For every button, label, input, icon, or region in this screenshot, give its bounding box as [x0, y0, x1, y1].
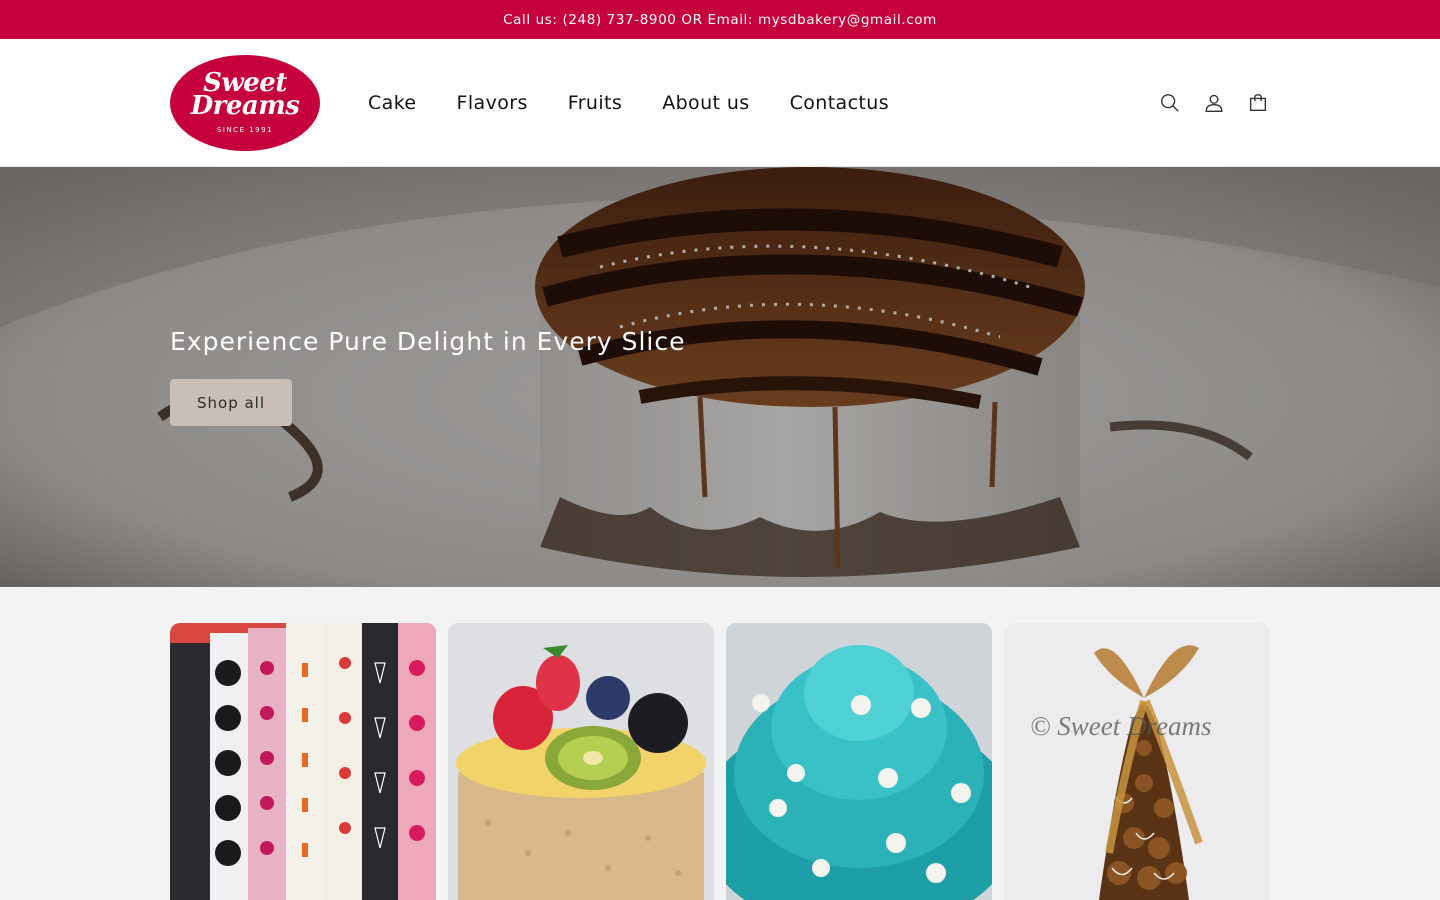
- nav-item-contactus[interactable]: Contactus: [790, 92, 889, 114]
- hero-title: Experience Pure Delight in Every Slice: [170, 327, 686, 356]
- account-icon[interactable]: [1202, 91, 1226, 115]
- brand-logo[interactable]: Sweet Dreams SINCE 1991: [170, 55, 320, 151]
- assorted-petit-fours-image: [170, 623, 436, 900]
- main-nav: Cake Flavors Fruits About us Contactus: [368, 39, 889, 166]
- product-card[interactable]: [170, 623, 436, 900]
- header-icons: [1158, 39, 1270, 166]
- nav-item-about-us[interactable]: About us: [662, 92, 749, 114]
- shop-all-button[interactable]: Shop all: [170, 379, 292, 426]
- logo-line-3: SINCE 1991: [216, 126, 274, 134]
- announcement-text: Call us: (248) 737-8900 OR Email: mysdba…: [503, 11, 937, 28]
- nav-item-cake[interactable]: Cake: [368, 92, 417, 114]
- nav-item-fruits[interactable]: Fruits: [568, 92, 622, 114]
- nav-item-flavors[interactable]: Flavors: [457, 92, 528, 114]
- product-card[interactable]: [726, 623, 992, 900]
- site-header: Sweet Dreams SINCE 1991 Cake Flavors Fru…: [0, 39, 1440, 167]
- hero-overlay: [0, 167, 1440, 587]
- announcement-bar: Call us: (248) 737-8900 OR Email: mysdba…: [0, 0, 1440, 39]
- search-icon[interactable]: [1158, 91, 1182, 115]
- hero-banner: Experience Pure Delight in Every Slice S…: [0, 167, 1440, 587]
- product-grid: © Sweet Dreams: [170, 623, 1270, 900]
- logo-line-2: Dreams: [190, 91, 300, 121]
- teal-frosted-cupcake-image: [726, 623, 992, 900]
- chocolate-tower-image: © Sweet Dreams: [1004, 623, 1270, 900]
- cart-icon[interactable]: [1246, 91, 1270, 115]
- watermark-text: © Sweet Dreams: [1030, 711, 1212, 741]
- product-card[interactable]: © Sweet Dreams: [1004, 623, 1270, 900]
- product-card[interactable]: [448, 623, 714, 900]
- fruit-topped-cake-image: [448, 623, 714, 900]
